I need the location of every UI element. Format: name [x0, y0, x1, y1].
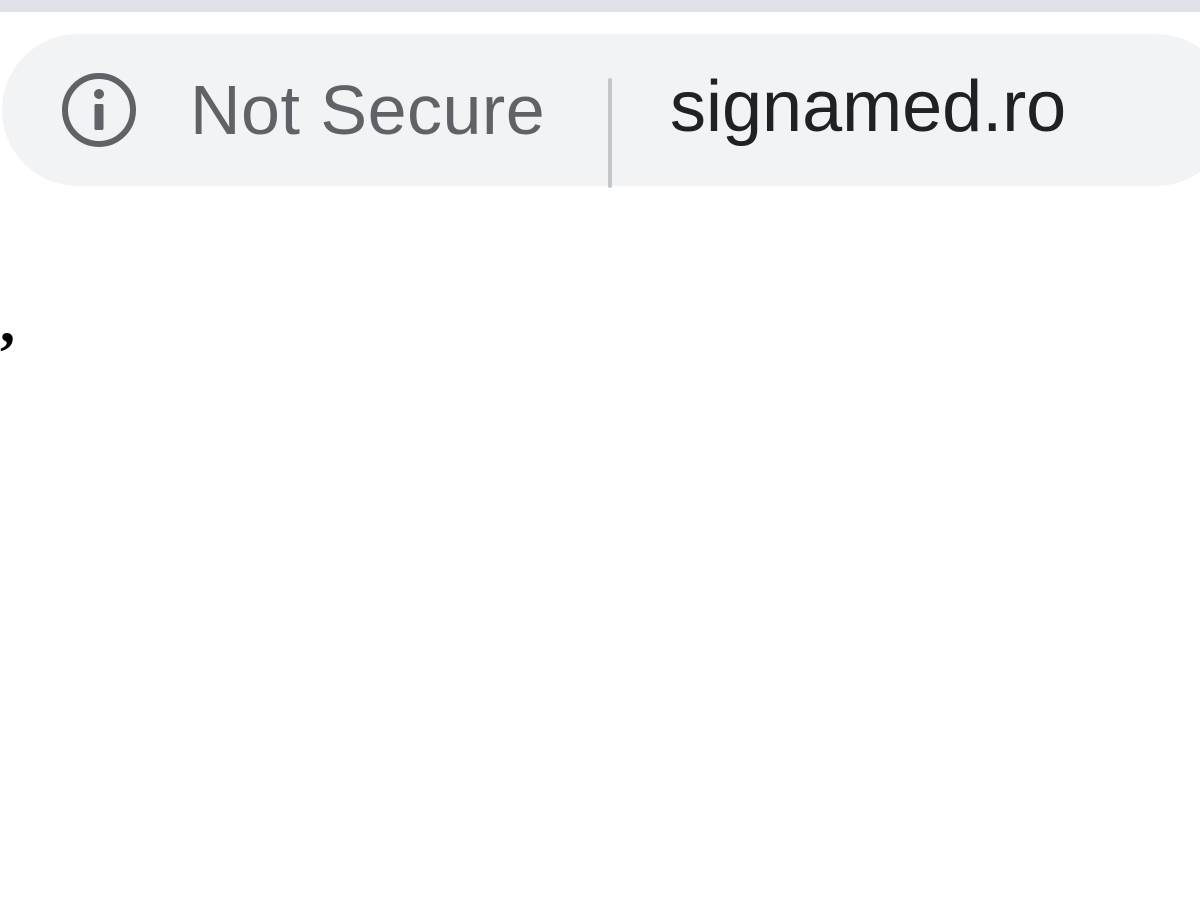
info-circle-icon[interactable]: [60, 71, 138, 149]
address-bar[interactable]: Not Secure signamed.ro: [2, 34, 1200, 188]
security-indicator-button[interactable]: Not Secure: [60, 34, 545, 186]
tab-strip-edge: [0, 0, 1200, 12]
page-text-fragment: ,: [0, 289, 15, 355]
page-content: ,: [0, 212, 1200, 900]
omnibox-divider: [608, 78, 612, 188]
security-status-label: Not Secure: [190, 71, 546, 149]
browser-toolbar: Not Secure signamed.ro: [0, 12, 1200, 224]
url-text[interactable]: signamed.ro: [670, 34, 1066, 186]
